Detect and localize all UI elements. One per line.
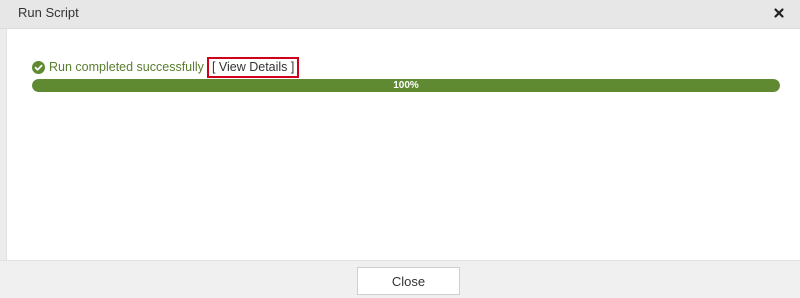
status-message: Run completed successfully xyxy=(49,60,204,74)
progress-bar: 100% xyxy=(32,79,780,92)
dialog-title: Run Script xyxy=(18,5,79,20)
status-row: Run completed successfully [ View Detail… xyxy=(32,56,300,78)
view-details-link[interactable]: [ View Details ] xyxy=(206,56,300,78)
close-icon[interactable] xyxy=(772,6,786,20)
close-button[interactable]: Close xyxy=(357,267,460,295)
check-circle-icon xyxy=(32,60,45,74)
dialog-titlebar: Run Script xyxy=(0,0,800,29)
progress-label: 100% xyxy=(393,80,419,91)
dialog-body: Run completed successfully [ View Detail… xyxy=(6,29,800,260)
run-script-dialog: Run Script Run completed successfully [ … xyxy=(0,0,800,298)
dialog-footer: Close xyxy=(0,260,800,298)
